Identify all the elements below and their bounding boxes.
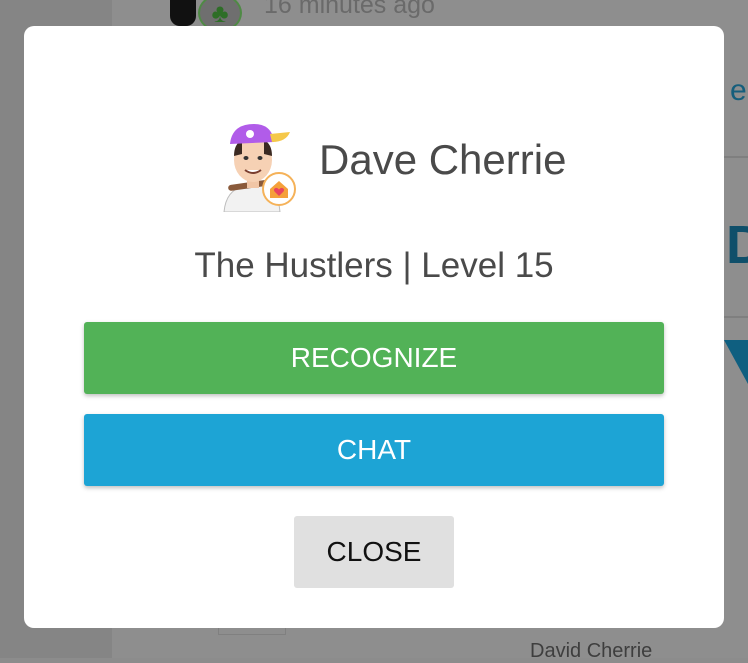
user-name: Dave Cherrie — [319, 136, 567, 183]
avatar — [216, 120, 296, 213]
background-link-fragment: er — [730, 74, 748, 107]
background-timestamp: 16 minutes ago — [264, 0, 435, 19]
recognize-button[interactable]: RECOGNIZE — [84, 322, 664, 394]
close-button[interactable]: CLOSE — [294, 516, 454, 588]
background-heading-fragment: D — [726, 215, 748, 275]
background-avatar — [170, 0, 196, 26]
home-heart-icon — [262, 172, 296, 206]
team-level-label: The Hustlers | Level 15 — [194, 246, 554, 285]
background-divider — [724, 156, 748, 158]
user-profile-modal: Dave Cherrie The Hustlers | Level 15 REC… — [24, 26, 724, 628]
background-user-name: David Cherrie — [530, 640, 653, 662]
chat-button[interactable]: CHAT — [84, 414, 664, 486]
background-divider — [724, 316, 748, 318]
background-banner-shape — [724, 340, 748, 384]
